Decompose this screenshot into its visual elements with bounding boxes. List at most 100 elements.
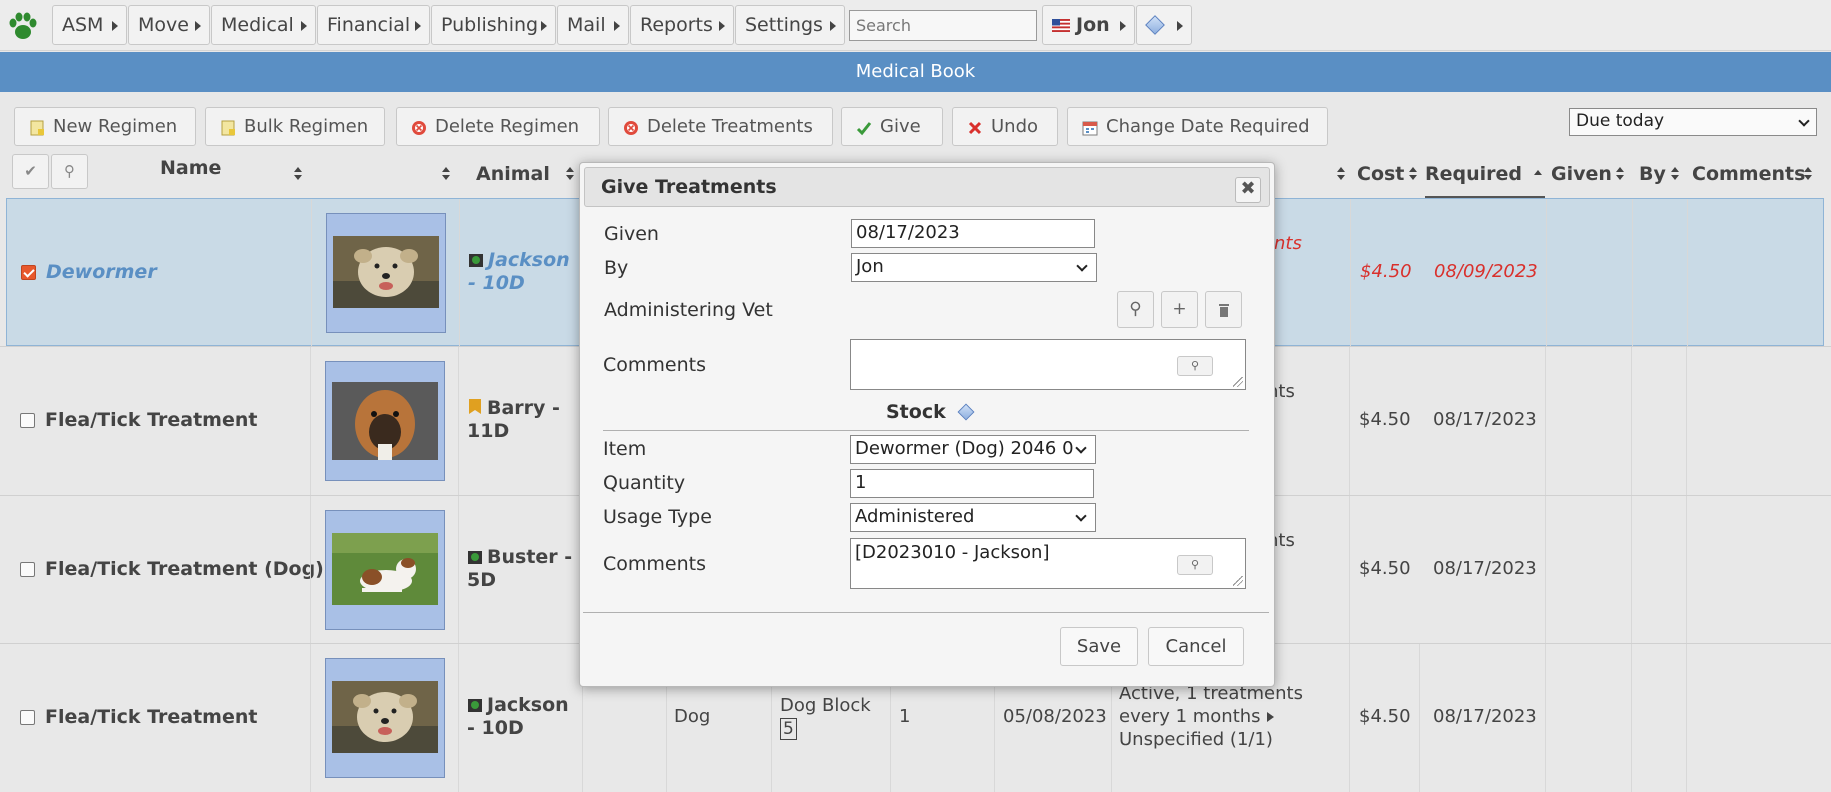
- animal-type-icon: [468, 551, 482, 564]
- caret-right-icon: [301, 21, 307, 31]
- caret-right-icon: [614, 21, 620, 31]
- filter-select[interactable]: Due today: [1569, 108, 1817, 136]
- unit-badge: 5: [780, 718, 797, 740]
- sort-icon[interactable]: [1671, 167, 1679, 181]
- caret-right-icon: [1177, 21, 1183, 31]
- item-select[interactable]: Dewormer (Dog) 2046 0: [850, 435, 1096, 464]
- menu-mail[interactable]: Mail: [557, 5, 629, 45]
- chevron-down-icon: [1075, 442, 1087, 454]
- delete-treatments-button[interactable]: Delete Treatments: [608, 107, 833, 146]
- row-checkbox[interactable]: [21, 265, 36, 280]
- row-name-link[interactable]: Flea/Tick Treatment: [45, 409, 257, 431]
- menu-reports[interactable]: Reports: [630, 5, 734, 45]
- filter-search-button[interactable]: ⚲: [51, 154, 88, 189]
- caret-right-icon: [195, 21, 201, 31]
- animal-link[interactable]: Barry - 11D: [467, 397, 577, 443]
- sort-icon[interactable]: [1409, 167, 1417, 181]
- delete-regimen-button[interactable]: Delete Regimen: [396, 107, 600, 146]
- sort-icon[interactable]: [566, 167, 574, 181]
- help-menu[interactable]: [1136, 5, 1192, 45]
- cancel-button[interactable]: Cancel: [1148, 627, 1244, 666]
- row-checkbox[interactable]: [20, 562, 35, 577]
- given-date-field[interactable]: 08/17/2023: [851, 219, 1095, 248]
- menu-medical[interactable]: Medical: [211, 5, 316, 45]
- header-name[interactable]: Name: [160, 144, 221, 192]
- checkmark-icon: ✔: [24, 162, 37, 180]
- dog-photo: [332, 382, 438, 460]
- give-button[interactable]: Give: [841, 107, 943, 146]
- animal-thumbnail[interactable]: [325, 510, 445, 630]
- resize-handle[interactable]: [1233, 377, 1243, 387]
- stock-comments-label: Comments: [603, 553, 706, 575]
- search-icon: ⚲: [1129, 299, 1142, 319]
- resize-handle[interactable]: [1233, 576, 1243, 586]
- by-label: By: [604, 257, 629, 279]
- header-comments[interactable]: Comments: [1692, 150, 1805, 198]
- animal-type-icon: [468, 699, 482, 712]
- close-icon[interactable]: ✖: [1235, 177, 1261, 203]
- bulk-regimen-button[interactable]: Bulk Regimen: [205, 107, 385, 146]
- header-required[interactable]: Required: [1425, 150, 1545, 198]
- given-label: Given: [604, 223, 659, 245]
- row-checkbox[interactable]: [20, 710, 35, 725]
- header-cost[interactable]: Cost: [1357, 150, 1404, 198]
- chevron-down-icon: [1798, 115, 1810, 127]
- header-animal[interactable]: Animal: [476, 150, 550, 198]
- vet-search-button[interactable]: ⚲: [1117, 291, 1154, 328]
- animal-thumbnail[interactable]: [325, 658, 445, 778]
- menu-settings[interactable]: Settings: [735, 5, 845, 45]
- user-menu[interactable]: Jon: [1042, 5, 1135, 45]
- menu-publishing[interactable]: Publishing: [431, 5, 556, 45]
- caret-right-icon: [1120, 21, 1126, 31]
- asm-diamond-icon[interactable]: [957, 403, 975, 421]
- location-cell: Dog Block 5: [780, 695, 871, 740]
- comments-label: Comments: [603, 354, 706, 376]
- caret-right-icon: [112, 21, 118, 31]
- animal-thumbnail[interactable]: [326, 213, 446, 333]
- calendar-icon: [1082, 121, 1098, 136]
- row-name-link[interactable]: Dewormer: [46, 261, 157, 283]
- sort-icon[interactable]: [1804, 167, 1812, 181]
- zoom-button[interactable]: ⚲: [1177, 555, 1213, 575]
- animal-link[interactable]: Jackson - 10D: [467, 694, 577, 740]
- sort-icon[interactable]: [1337, 167, 1345, 181]
- save-button[interactable]: Save: [1060, 627, 1138, 666]
- search-input[interactable]: [849, 10, 1037, 41]
- quantity-field[interactable]: 1: [850, 469, 1094, 498]
- undo-button[interactable]: Undo: [952, 107, 1058, 146]
- header-given[interactable]: Given: [1551, 150, 1612, 198]
- comments-textarea[interactable]: ⚲: [850, 339, 1246, 390]
- vet-add-button[interactable]: +: [1161, 291, 1198, 328]
- sort-icon[interactable]: [1616, 167, 1624, 181]
- animal-link[interactable]: Buster - 5D: [467, 546, 577, 592]
- vet-delete-button[interactable]: [1205, 291, 1242, 328]
- menu-move[interactable]: Move: [128, 5, 210, 45]
- animal-link[interactable]: Jackson - 10D: [468, 249, 578, 295]
- header-by[interactable]: By: [1639, 150, 1666, 198]
- row-name-link[interactable]: Flea/Tick Treatment (Dog): [45, 558, 324, 580]
- select-all-button[interactable]: ✔: [12, 154, 49, 189]
- new-document-icon: [30, 120, 44, 136]
- stock-comments-textarea[interactable]: [D2023010 - Jackson] ⚲: [850, 538, 1246, 589]
- sort-icon[interactable]: [294, 167, 302, 181]
- usage-type-select[interactable]: Administered: [850, 503, 1096, 532]
- page-title: Medical Book: [0, 52, 1831, 92]
- menu-asm[interactable]: ASM: [52, 5, 127, 45]
- by-select[interactable]: Jon: [851, 253, 1097, 282]
- us-flag-icon: [1052, 19, 1070, 32]
- sort-icon[interactable]: [442, 167, 450, 181]
- quantity-label: Quantity: [603, 472, 686, 494]
- animal-thumbnail[interactable]: [325, 361, 445, 481]
- new-regimen-button[interactable]: New Regimen: [14, 107, 196, 146]
- change-date-required-button[interactable]: Change Date Required: [1067, 107, 1328, 146]
- sort-ascending-icon[interactable]: [1534, 170, 1542, 184]
- zoom-button[interactable]: ⚲: [1177, 356, 1213, 376]
- paw-logo-icon[interactable]: [6, 10, 40, 42]
- caret-right-icon: [719, 21, 725, 31]
- menu-bar: ASM Move Medical Financial Publishing Ma…: [0, 0, 1831, 51]
- animal-type-icon: [469, 254, 483, 267]
- row-checkbox[interactable]: [20, 413, 35, 428]
- dog-photo: [333, 236, 439, 308]
- row-name-link[interactable]: Flea/Tick Treatment: [45, 706, 257, 728]
- menu-financial[interactable]: Financial: [317, 5, 430, 45]
